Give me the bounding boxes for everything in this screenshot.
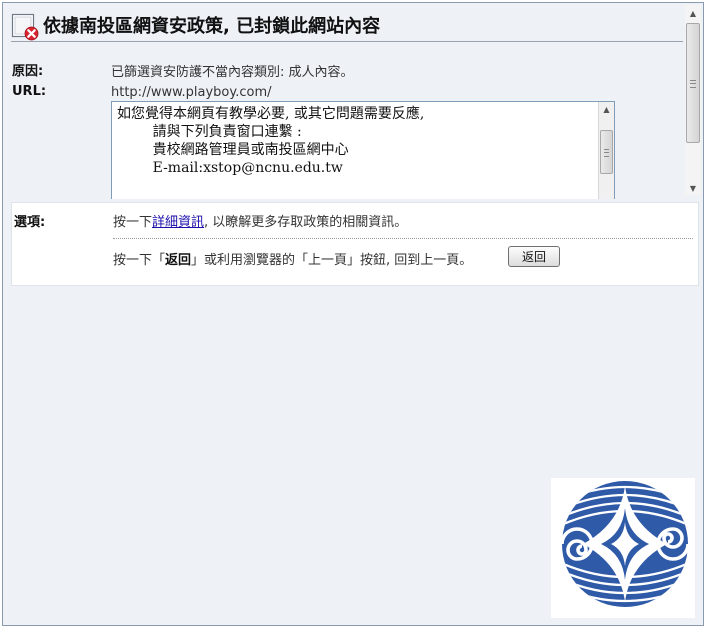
dotted-divider [113, 238, 693, 239]
reason-label: 原因: [12, 64, 44, 79]
blocked-page-icon [11, 13, 39, 41]
options-label: 選項: [14, 215, 46, 230]
details-panel: 依據南投區網資安政策, 已封鎖此網站內容 原因: 已篩選資安防護不當內容類別: … [3, 3, 703, 199]
message-scrollbar[interactable]: ▲ [598, 102, 614, 199]
scroll-up-arrow-icon[interactable]: ▲ [599, 104, 614, 116]
message-scroll-thumb[interactable] [600, 130, 613, 174]
page-frame: 依據南投區網資安政策, 已封鎖此網站內容 原因: 已篩選資安防護不當內容類別: … [2, 2, 704, 626]
logo [551, 478, 695, 618]
url-label: URL: [12, 84, 47, 99]
options-text: , 以瞭解更多存取政策的相關資訊。 [204, 215, 408, 230]
scroll-up-arrow-icon[interactable]: ▲ [685, 8, 701, 20]
ncnu-emblem-icon [560, 481, 690, 607]
bottom-strip [0, 628, 708, 640]
scroll-down-arrow-icon[interactable]: ▼ [685, 183, 701, 195]
options-panel: 選項: 按一下詳細資訊, 以瞭解更多存取政策的相關資訊。 按一下「返回」或利用瀏… [11, 202, 699, 286]
message-line: 貴校網路管理員或南投區網中心 [117, 142, 349, 158]
details-link[interactable]: 詳細資訊 [152, 215, 204, 230]
panel-scrollbar[interactable]: ▲ ▼ [685, 5, 701, 195]
message-line: 請與下列負責窗口連繫 : [117, 124, 302, 140]
back-button[interactable]: 返回 [508, 246, 560, 267]
message-line: E-mail:xstop@ncnu.edu.tw [117, 160, 343, 176]
page-title: 依據南投區網資安政策, 已封鎖此網站內容 [43, 16, 381, 37]
panel-scroll-thumb[interactable] [686, 23, 700, 143]
options-text: 按一下 [113, 215, 153, 230]
options-back-line: 按一下「返回」或利用瀏覽器的「上一頁」按鈕, 回到上一頁。 [113, 249, 472, 268]
options-bold-text: 返回 [165, 253, 192, 268]
reason-value: 已篩選資安防護不當內容類別: 成人內容。 [111, 65, 354, 80]
grip-icon [690, 80, 696, 88]
options-text: 」或利用瀏覽器的「上一頁」按鈕, 回到上一頁。 [191, 253, 473, 268]
message-line: 如您覺得本網頁有教學必要, 或其它問題需要反應, [117, 106, 425, 122]
grip-icon [604, 149, 609, 157]
message-text: 如您覺得本網頁有教學必要, 或其它問題需要反應, 請與下列負責窗口連繫 : 貴校… [117, 105, 424, 177]
options-details-line: 按一下詳細資訊, 以瞭解更多存取政策的相關資訊。 [113, 211, 407, 230]
url-value: http://www.playboy.com/ [111, 85, 272, 100]
options-text: 按一下「 [113, 253, 166, 268]
title-row: 依據南投區網資安政策, 已封鎖此網站內容 [11, 9, 683, 42]
message-textarea[interactable]: 如您覺得本網頁有教學必要, 或其它問題需要反應, 請與下列負責窗口連繫 : 貴校… [111, 101, 615, 199]
